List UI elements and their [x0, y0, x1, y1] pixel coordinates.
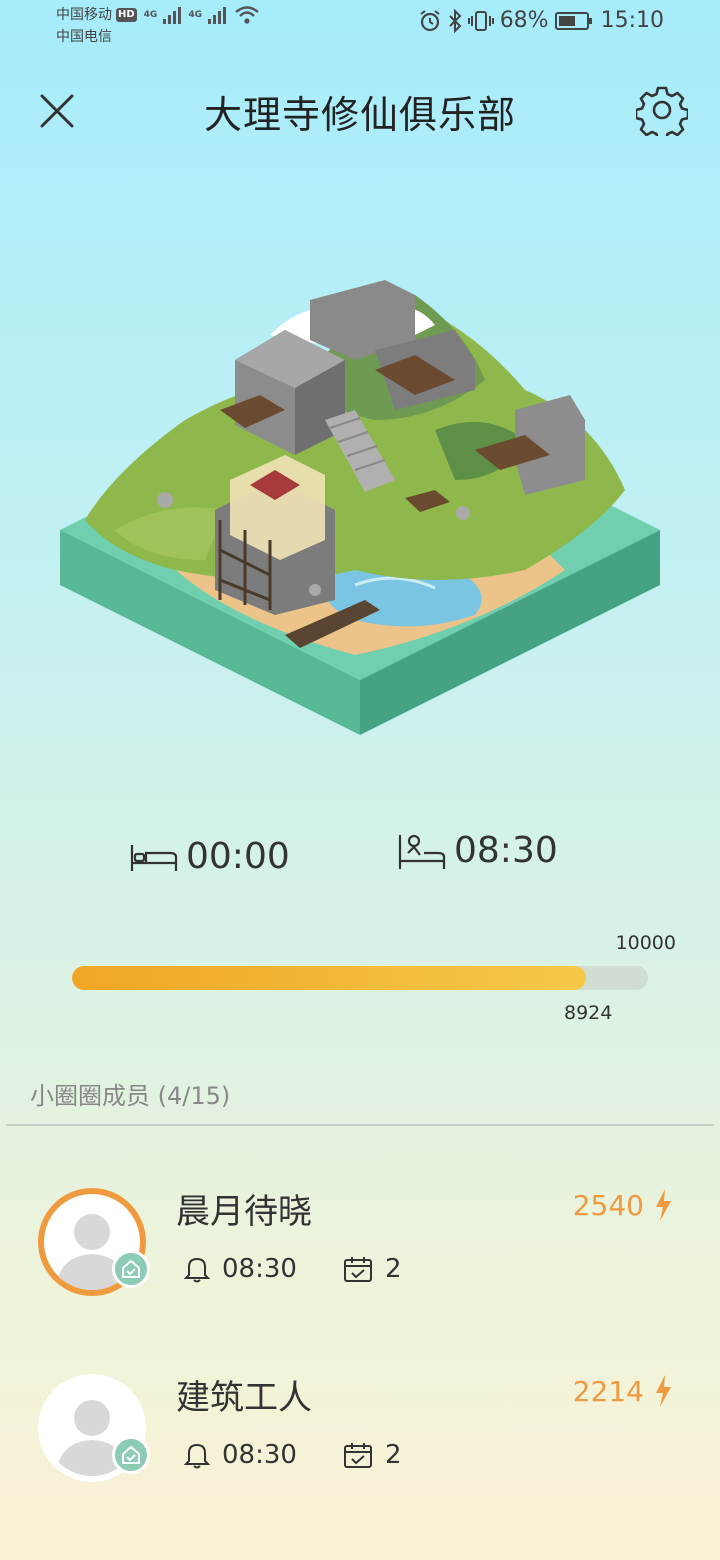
hd-icon: HD [116, 8, 137, 22]
header: 大理寺修仙俱乐部 [0, 70, 720, 150]
member-item[interactable]: 晨月待晓 2540 08:30 2 [0, 1188, 720, 1328]
network-type-1: 4G [143, 10, 158, 20]
bell-icon [184, 1257, 210, 1283]
status-bar: 中国移动 HD 4G 4G 中国电信 68% 15:10 [0, 0, 720, 50]
bedtime: 00:00 [130, 836, 290, 877]
island-scene-image [60, 280, 660, 735]
avatar[interactable] [38, 1188, 150, 1296]
member-stats: 08:30 2 [184, 1254, 401, 1284]
bed-icon [130, 844, 178, 871]
member-name: 晨月待晓 [176, 1192, 312, 1232]
waketime-value: 08:30 [454, 830, 558, 871]
member-score-value: 2540 [572, 1188, 644, 1222]
lightning-icon [656, 1375, 671, 1407]
member-alarm-time: 08:30 [222, 1440, 297, 1470]
member-home-badge-icon [112, 1436, 150, 1474]
member-score: 2540 [573, 1188, 672, 1222]
member-score-value: 2214 [572, 1374, 644, 1408]
progress-bar [72, 966, 648, 990]
lightning-icon [656, 1189, 671, 1221]
bedtime-value: 00:00 [186, 836, 290, 877]
avatar[interactable] [38, 1374, 150, 1482]
member-days: 2 [384, 1440, 402, 1470]
page-title: 大理寺修仙俱乐部 [203, 93, 516, 137]
progress-fill [72, 966, 587, 990]
member-alarm-time: 08:30 [222, 1254, 297, 1284]
signal-icon [207, 6, 226, 24]
member-days: 2 [384, 1254, 402, 1284]
vibrate-icon [467, 10, 494, 31]
progress-max-label: 10000 [615, 932, 676, 954]
member-score: 2214 [573, 1374, 672, 1408]
waketime: 08:30 [398, 830, 558, 871]
carrier-1: 中国移动 [56, 7, 112, 23]
member-home-badge-icon [112, 1250, 150, 1288]
signal-icon [163, 6, 182, 24]
carrier-2: 中国电信 [56, 29, 112, 45]
wifi-icon [235, 6, 259, 24]
alarm-icon [420, 9, 440, 31]
divider [6, 1124, 714, 1126]
battery-percent: 68% [499, 8, 549, 33]
member-item[interactable]: 建筑工人 2214 08:30 2 [0, 1374, 720, 1514]
progress-value-label: 8924 [564, 1002, 613, 1024]
wake-up-icon [398, 834, 446, 869]
bluetooth-icon [448, 8, 462, 33]
bell-icon [184, 1443, 210, 1469]
member-name: 建筑工人 [176, 1378, 312, 1418]
settings-gear-icon[interactable] [636, 84, 688, 136]
members-section-title: 小圈圈成员 (4/15) [30, 1082, 231, 1110]
carrier-info: 中国移动 HD 4G 4G 中国电信 [56, 4, 260, 48]
status-indicators: 68% 15:10 [418, 8, 664, 33]
calendar-check-icon [343, 1257, 372, 1282]
sleep-times: 00:00 08:30 [0, 830, 720, 890]
member-stats: 08:30 2 [184, 1440, 401, 1470]
clock: 15:10 [600, 8, 664, 33]
calendar-check-icon [343, 1443, 372, 1468]
network-type-2: 4G [188, 10, 202, 20]
battery-icon [554, 11, 592, 30]
